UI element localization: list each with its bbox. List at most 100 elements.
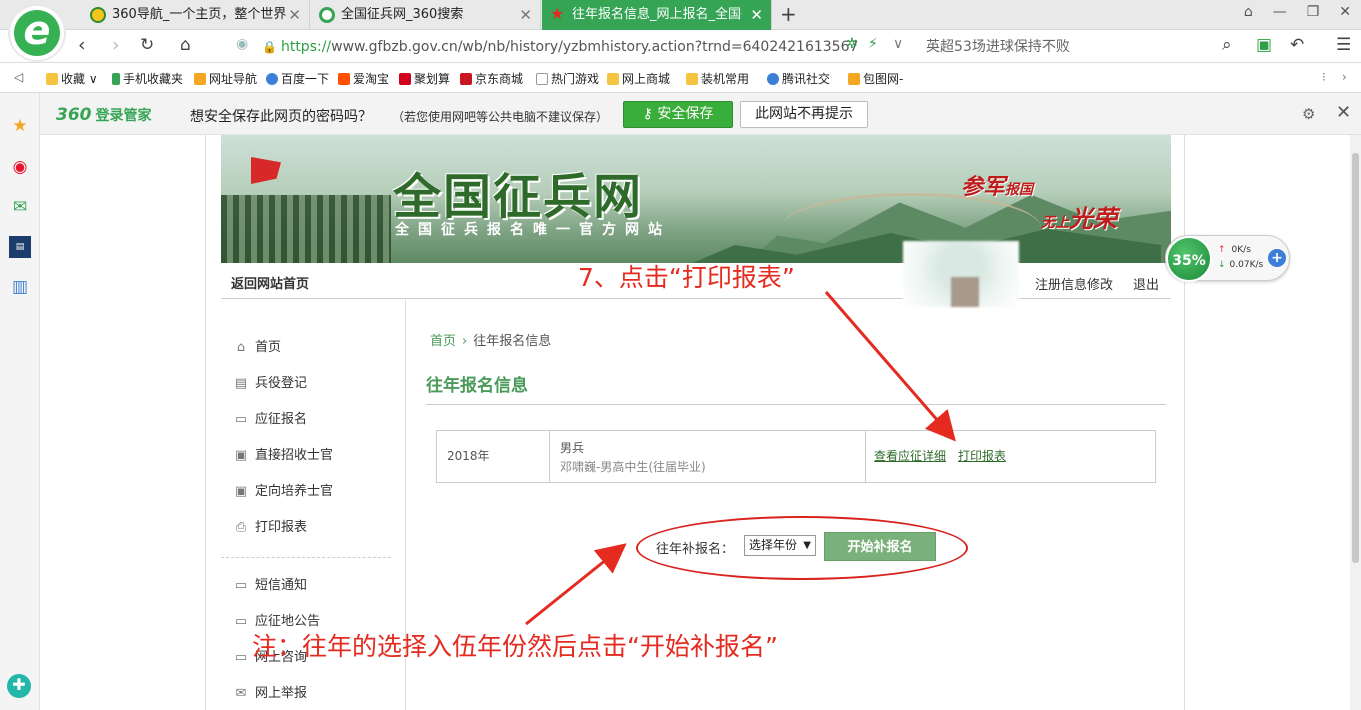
page-title: 往年报名信息 [426, 376, 528, 396]
menu-item-registration[interactable]: ▤ 兵役登记 [233, 372, 307, 396]
bookmark-item[interactable]: 京东商城 [460, 70, 523, 87]
browser-sidebar: ★ ◉ ✉ ▤ ▥ [0, 93, 40, 710]
close-icon[interactable]: ✕ [750, 0, 763, 30]
favorites-star-icon[interactable]: ★ [9, 115, 31, 137]
bookmark-item[interactable]: 手机收藏夹 [112, 70, 183, 87]
juhuasuan-icon [399, 73, 411, 85]
bookmark-item[interactable]: 收藏 ∨ [46, 70, 98, 87]
menu-item-sms[interactable]: ▭ 短信通知 [233, 574, 307, 598]
menu-item-enlist[interactable]: ▭ 应征报名 [233, 408, 307, 432]
tab-label: 往年报名信息_网上报名_全国征兵网 [572, 7, 742, 22]
search-input[interactable]: 英超53场进球保持不败 [926, 36, 1070, 56]
shield-icon: ◉ [236, 36, 249, 52]
plus-icon[interactable]: ✚ [7, 674, 31, 698]
message-icon: ▭ [234, 578, 248, 593]
never-prompt-button[interactable]: 此网站不再提示 [740, 101, 868, 128]
minimize-icon[interactable]: — [1273, 4, 1287, 20]
bookmark-item[interactable]: 聚划算 [399, 70, 450, 87]
bookmark-item[interactable]: 热门游戏 [536, 70, 599, 87]
menu-item-home[interactable]: ⌂ 首页 [233, 336, 281, 360]
record-year: 2018年 [437, 431, 550, 482]
back-to-home-link[interactable]: 返回网站首页 [231, 273, 309, 292]
tab-360-nav[interactable]: 360导航_一个主页，整个世界 ✕ [82, 0, 310, 30]
folder-icon [686, 73, 698, 85]
password-manager-bar: 360 登录管家 想安全保存此网页的密码吗？ （若您使用网吧等公共电脑不建议保存）… [40, 93, 1361, 135]
gear-icon[interactable]: ⚙ [1302, 105, 1315, 123]
tab-label: 360导航_一个主页，整个世界 [112, 7, 287, 22]
mail-icon: ✉ [235, 686, 247, 701]
chevron-down-icon[interactable]: ∨ [893, 36, 903, 52]
menu-item-report[interactable]: ✉ 网上举报 [233, 682, 307, 706]
key-icon: ⚷ [642, 106, 658, 122]
tab-search[interactable]: 全国征兵网_360搜索 ✕ [311, 0, 541, 30]
close-icon[interactable]: ✕ [1336, 102, 1351, 123]
view-detail-link[interactable]: 查看应征详细 [874, 449, 946, 463]
edit-registration-link[interactable]: 注册信息修改 [1035, 274, 1113, 293]
logout-link[interactable]: 退出 [1133, 274, 1159, 293]
news-icon[interactable]: ▤ [9, 236, 31, 258]
search-icon[interactable]: ⌕ [1222, 35, 1232, 55]
bookmark-item[interactable]: 网址导航 [194, 70, 257, 87]
forward-icon[interactable]: › [112, 34, 120, 56]
tab-history[interactable]: ★ 往年报名信息_网上报名_全国征兵网 ✕ [542, 0, 772, 30]
scrollbar-thumb[interactable] [1352, 153, 1359, 563]
gear-green-icon[interactable]: ✲ [846, 36, 858, 52]
id-card-icon: ▣ [234, 448, 248, 463]
password-note: （若您使用网吧等公共电脑不建议保存） [392, 110, 609, 124]
site-title: 全国征兵网 [393, 169, 644, 225]
bookmark-item[interactable]: 腾讯社交 [767, 70, 830, 87]
jd-icon [460, 73, 472, 85]
word-icon[interactable]: ▥ [9, 276, 31, 298]
url-input[interactable]: 🔒 https://www.gfbzb.gov.cn/wb/nb/history/… [262, 35, 922, 59]
form-icon: ▭ [234, 412, 248, 427]
more-icon[interactable]: ⁝ [1322, 70, 1326, 84]
lightning-icon[interactable]: ⚡ [868, 36, 878, 52]
bookmark-item[interactable]: 装机常用 [686, 70, 749, 87]
back-icon[interactable]: ‹ [78, 34, 86, 56]
bookmark-item[interactable]: 百度一下 [266, 70, 329, 87]
slogan-line-2: 无上光荣 [1041, 205, 1117, 233]
clipboard-icon[interactable]: ▣ [1256, 35, 1272, 55]
soldiers-image [221, 195, 391, 263]
refresh-icon[interactable]: ↻ [140, 35, 154, 55]
breadcrumb-home-link[interactable]: 首页 [430, 334, 456, 349]
message-icon: ▭ [234, 614, 248, 629]
arrow-up-icon: ↑ [1218, 245, 1226, 255]
maximize-icon[interactable]: ❐ [1307, 4, 1320, 20]
record-type: 男兵 邓啸巍-男高中生(往届毕业) [550, 431, 866, 482]
menu-item-print[interactable]: ⎙ 打印报表 [233, 516, 307, 540]
undo-icon[interactable]: ↶ [1290, 35, 1304, 55]
menu-icon[interactable]: ☰ [1336, 35, 1351, 55]
close-icon[interactable]: ✕ [288, 0, 301, 30]
download-speed: ↓ 0.07K/s [1218, 260, 1264, 270]
home-icon[interactable]: ⌂ [180, 35, 191, 55]
taobao-icon [338, 73, 350, 85]
bookmark-item[interactable]: 包图网- [848, 70, 903, 87]
menu-item-directed-nco[interactable]: ▣ 定向培养士官 [233, 480, 333, 504]
record-soldier-type: 男兵 [560, 441, 585, 455]
safe-save-button[interactable]: ⚷ 安全保存 [623, 101, 733, 128]
shirt-icon[interactable]: ⌂ [1244, 4, 1253, 20]
chevron-right-icon[interactable]: › [1342, 70, 1347, 84]
browser-logo[interactable]: e [10, 6, 64, 60]
sidebar-toggle-icon[interactable]: ◁ [14, 70, 23, 84]
network-speed-widget[interactable]: 35% ↑ 0K/s ↓ 0.07K/s + [1165, 235, 1290, 282]
close-window-icon[interactable]: ✕ [1339, 4, 1351, 20]
phone-icon [112, 73, 120, 85]
bookmark-item[interactable]: 爱淘宝 [338, 70, 389, 87]
menu-item-direct-nco[interactable]: ▣ 直接招收士官 [233, 444, 333, 468]
mail-icon[interactable]: ✉ [9, 196, 31, 218]
plus-icon[interactable]: + [1268, 249, 1286, 267]
breadcrumb: 首页 › 往年报名信息 [430, 330, 551, 349]
print-report-link[interactable]: 打印报表 [958, 449, 1006, 463]
login-manager-brand: 360 登录管家 [56, 105, 152, 125]
chevron-right-icon: › [462, 334, 468, 349]
flag-image [251, 157, 281, 184]
bookmark-item[interactable]: 网上商城 [607, 70, 670, 87]
new-tab-icon[interactable]: + [780, 2, 797, 26]
title-divider [426, 404, 1166, 405]
weibo-icon[interactable]: ◉ [9, 156, 31, 178]
page-scrollbar[interactable] [1350, 135, 1361, 710]
arrow-down-icon: ↓ [1218, 260, 1226, 270]
close-icon[interactable]: ✕ [519, 0, 532, 30]
